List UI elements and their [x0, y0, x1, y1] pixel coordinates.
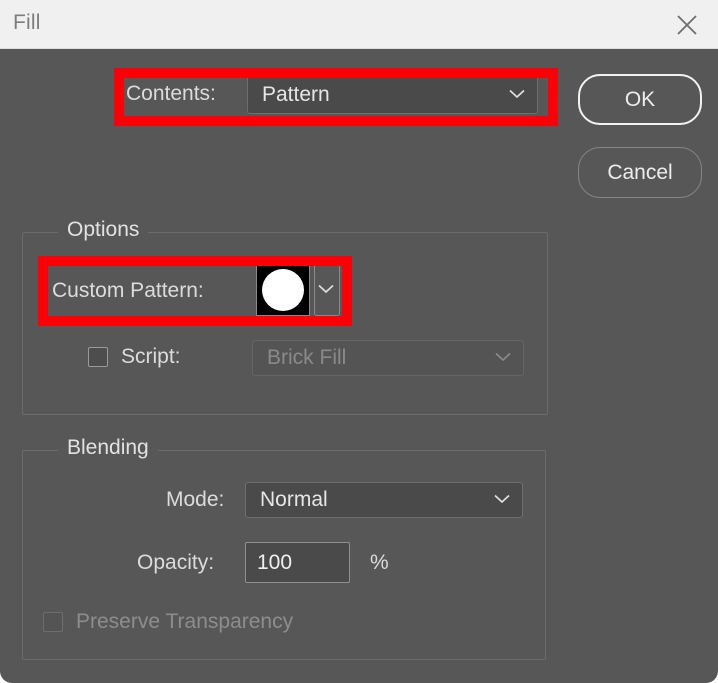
window-title: Fill — [13, 11, 41, 34]
contents-label: Contents: — [126, 82, 216, 105]
opacity-label: Opacity: — [137, 551, 215, 574]
script-checkbox[interactable] — [88, 347, 108, 367]
contents-dropdown[interactable]: Pattern — [247, 75, 538, 114]
close-glyph — [677, 15, 697, 35]
cancel-button[interactable]: Cancel — [578, 147, 702, 198]
script-value: Brick Fill — [267, 346, 347, 369]
opacity-input[interactable]: 100 — [245, 542, 350, 583]
custom-pattern-label: Custom Pattern: — [52, 279, 204, 302]
chevron-down-icon — [495, 349, 511, 367]
cancel-button-label: Cancel — [607, 160, 673, 184]
preserve-transparency-checkbox[interactable] — [43, 612, 63, 632]
chevron-down-icon — [509, 86, 525, 104]
options-group-label: Options — [58, 218, 149, 242]
mode-label: Mode: — [166, 488, 225, 511]
mode-dropdown[interactable]: Normal — [245, 482, 523, 518]
pattern-circle-icon — [262, 269, 304, 311]
close-icon[interactable] — [656, 0, 718, 47]
mode-value: Normal — [260, 488, 328, 511]
custom-pattern-picker-button[interactable] — [314, 264, 340, 316]
opacity-value: 100 — [257, 550, 293, 574]
title-bar: Fill — [0, 0, 718, 49]
chevron-down-icon — [318, 281, 334, 299]
fill-dialog: Fill Contents: Pattern OK Cancel Options… — [0, 0, 718, 683]
script-label: Script: — [121, 345, 181, 368]
custom-pattern-swatch[interactable] — [256, 264, 310, 316]
options-group — [22, 232, 548, 415]
opacity-unit: % — [370, 551, 389, 574]
preserve-transparency-label: Preserve Transparency — [76, 610, 294, 633]
chevron-down-icon — [494, 491, 510, 509]
contents-value: Pattern — [262, 82, 330, 106]
ok-button-label: OK — [624, 87, 656, 111]
script-dropdown[interactable]: Brick Fill — [252, 340, 524, 376]
blending-group-label: Blending — [58, 436, 158, 460]
ok-button[interactable]: OK — [578, 74, 702, 125]
